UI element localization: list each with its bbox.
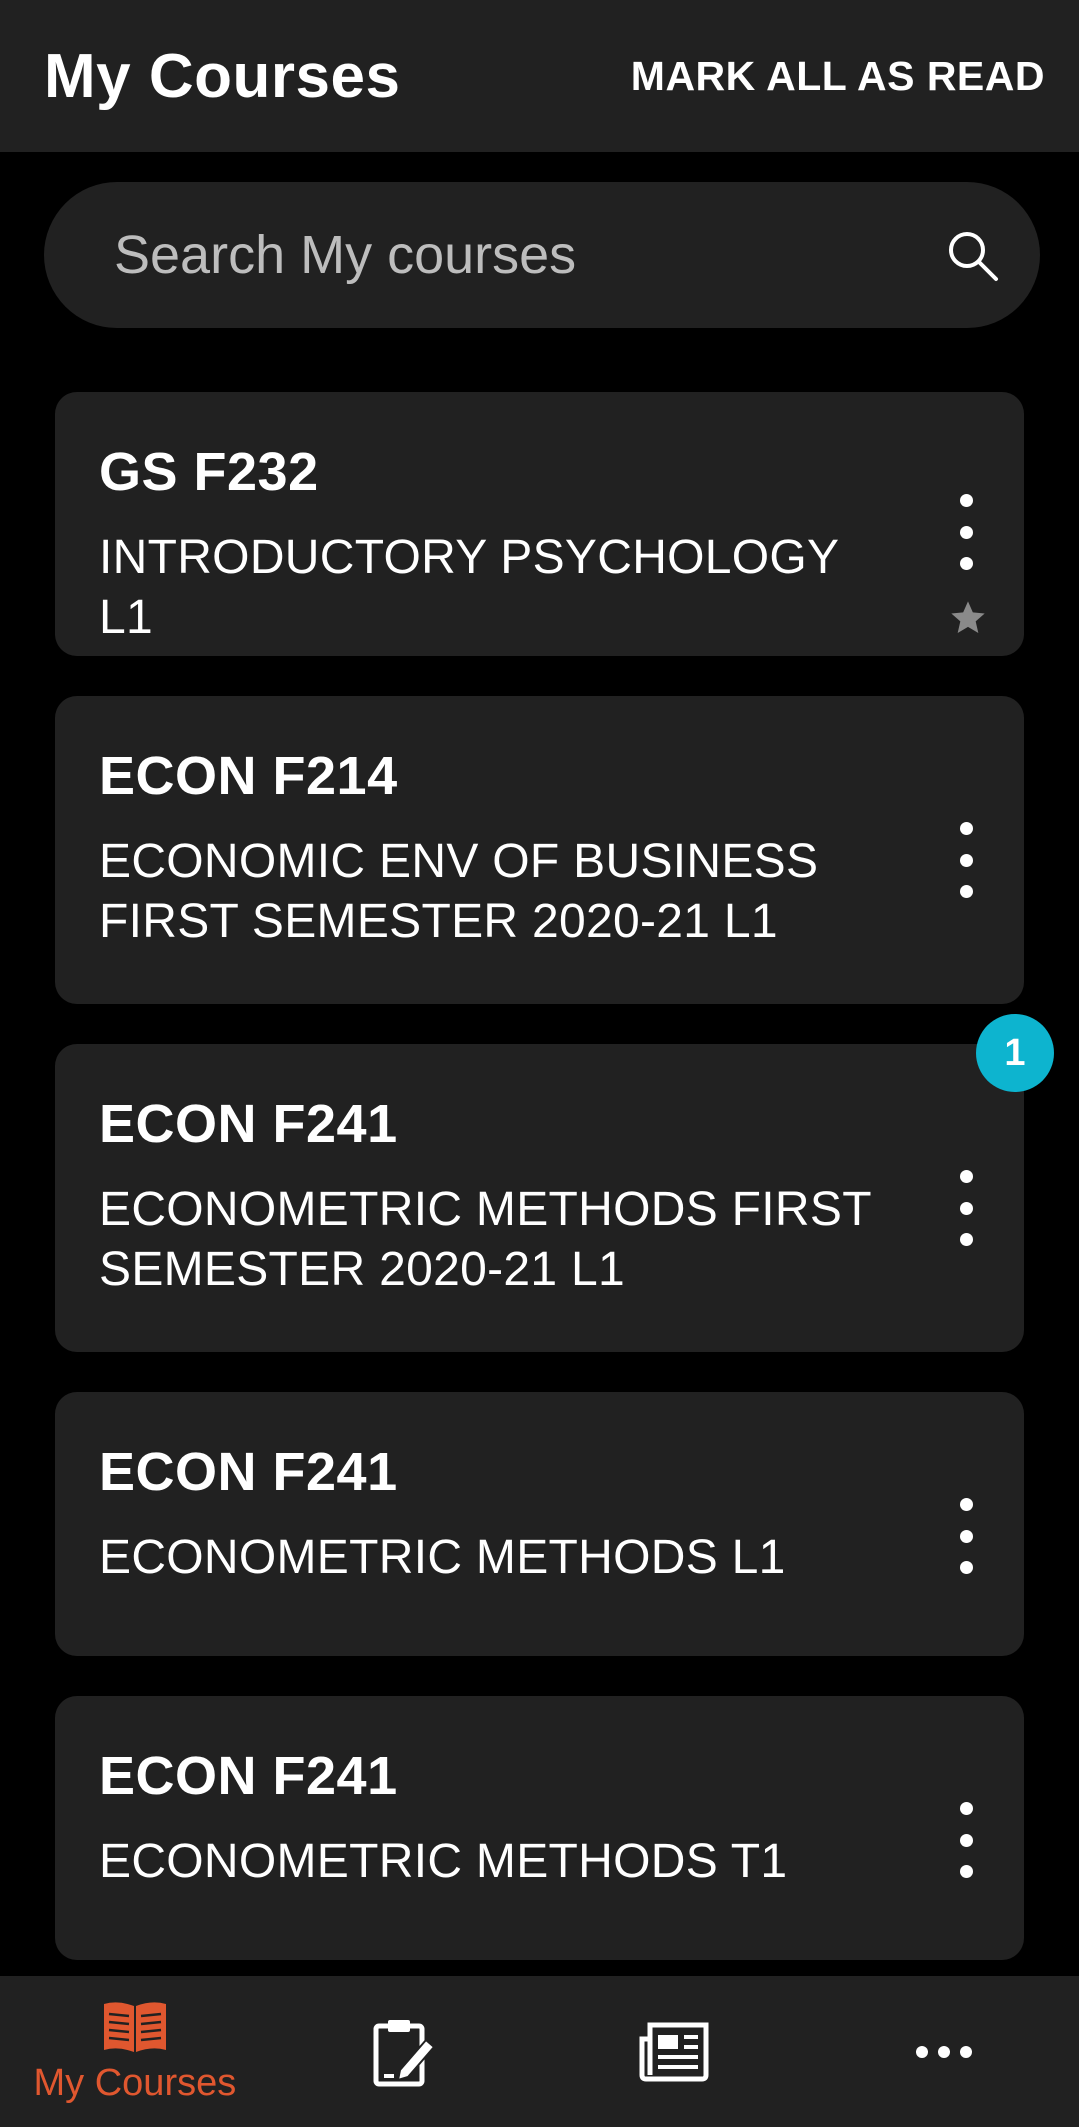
star-icon[interactable] [948, 598, 988, 638]
top-app-bar: My Courses MARK ALL AS READ [0, 0, 1079, 152]
bottom-navigation: My Courses [0, 1976, 1079, 2127]
more-horizontal-icon [916, 2045, 973, 2058]
course-name: ECONOMETRIC METHODS FIRST SEMESTER 2020-… [99, 1183, 871, 1296]
search-bar[interactable] [44, 182, 1040, 328]
course-card[interactable]: ECON F214 ECONOMIC ENV OF BUSINESS FIRST… [55, 696, 1024, 1004]
app-root: My Courses MARK ALL AS READ GS F232 INTR… [0, 0, 1079, 2127]
course-card[interactable]: ECON F241 ECONOMETRIC METHODS L1 [55, 1392, 1024, 1656]
course-code: GS F232 [99, 442, 319, 502]
course-card[interactable]: GS F232 INTRODUCTORY PSYCHOLOGY L1 [55, 392, 1024, 656]
course-card[interactable]: ECON F241 ECONOMETRIC METHODS FIRST SEME… [55, 1014, 1054, 1352]
course-menu-icon[interactable] [942, 494, 990, 570]
nav-item-news[interactable] [540, 1976, 810, 2127]
course-name: ECONOMIC ENV OF BUSINESS FIRST SEMESTER … [99, 835, 819, 948]
search-icon[interactable] [940, 223, 1004, 287]
course-card[interactable]: ECON F241 ECONOMETRIC METHODS T1 [55, 1696, 1024, 1960]
nav-item-my-courses[interactable]: My Courses [0, 1976, 270, 2127]
newspaper-icon [639, 2022, 709, 2081]
open-book-icon [103, 2002, 166, 2052]
clipboard-edit-icon [373, 2019, 436, 2086]
course-code: ECON F214 [99, 746, 398, 806]
search-input[interactable] [112, 223, 940, 287]
course-code: ECON F241 [99, 1746, 398, 1806]
notification-badge: 1 [976, 1014, 1054, 1092]
course-code: ECON F241 [99, 1094, 398, 1154]
course-list: GS F232 INTRODUCTORY PSYCHOLOGY L1 ECON … [55, 392, 1054, 2000]
mark-all-as-read-button[interactable]: MARK ALL AS READ [631, 53, 1045, 100]
course-name: INTRODUCTORY PSYCHOLOGY L1 [99, 531, 839, 644]
nav-item-more[interactable] [809, 1976, 1079, 2127]
course-name: ECONOMETRIC METHODS T1 [99, 1835, 788, 1888]
nav-label-my-courses: My Courses [33, 2062, 237, 2104]
course-menu-icon[interactable] [942, 822, 990, 898]
course-menu-icon[interactable] [942, 1802, 990, 1878]
nav-item-assignments[interactable] [270, 1976, 540, 2127]
course-code: ECON F241 [99, 1442, 398, 1502]
page-title: My Courses [44, 41, 401, 111]
course-menu-icon[interactable] [942, 1170, 990, 1246]
course-menu-icon[interactable] [942, 1498, 990, 1574]
course-name: ECONOMETRIC METHODS L1 [99, 1531, 786, 1584]
